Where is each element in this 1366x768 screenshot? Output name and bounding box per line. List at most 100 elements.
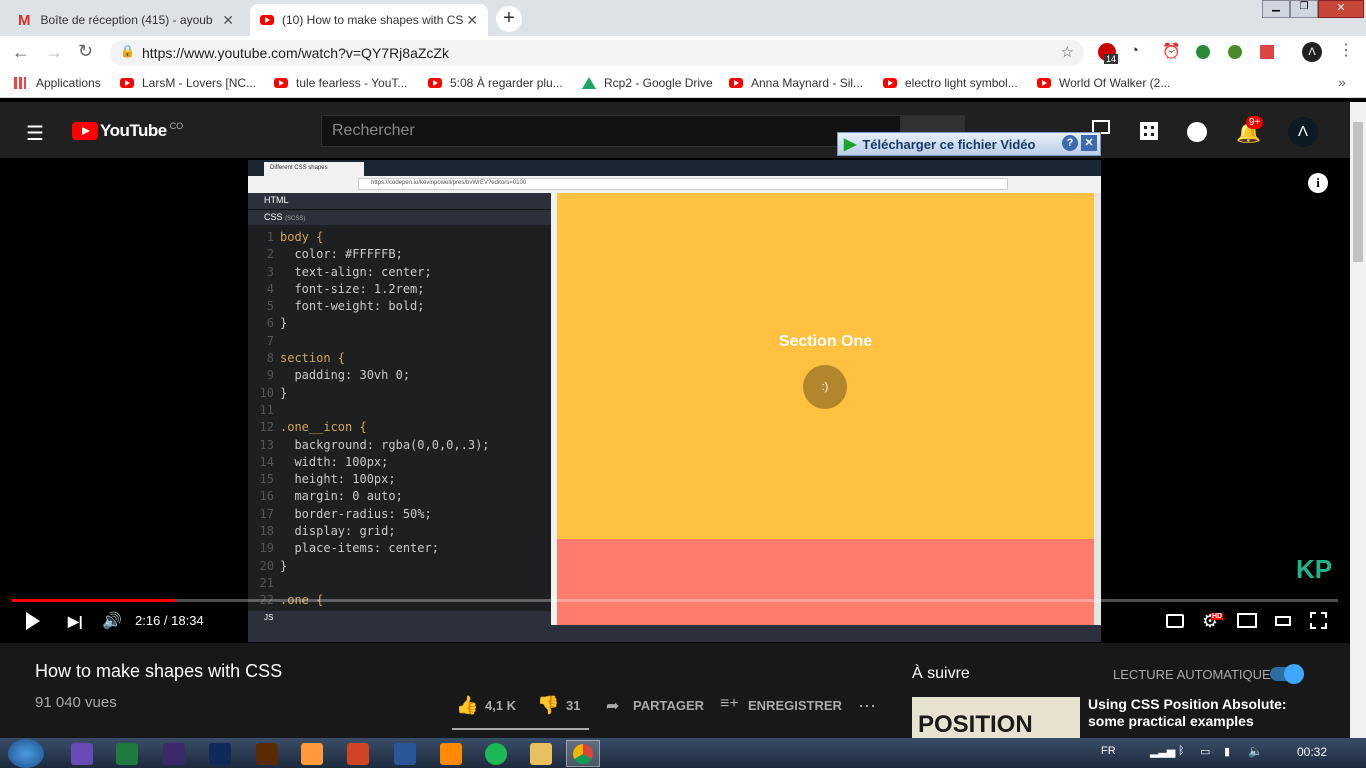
close-tab-icon[interactable]: ✕ bbox=[222, 12, 234, 29]
speed-icon[interactable]: ◔ bbox=[1130, 42, 1139, 59]
account-avatar[interactable]: Λ bbox=[1288, 117, 1318, 147]
close-banner-icon[interactable]: ✕ bbox=[1081, 135, 1097, 151]
subtitles-icon[interactable] bbox=[1166, 614, 1184, 628]
channel-watermark[interactable]: KP bbox=[1296, 554, 1332, 585]
next-video-thumbnail[interactable]: POSITION bbox=[912, 697, 1080, 738]
photoshop-icon[interactable] bbox=[209, 743, 231, 765]
url-input[interactable]: 🔒 https://www.youtube.com/watch?v=QY7Rj8… bbox=[110, 40, 1084, 66]
line-number: 8 bbox=[266, 351, 274, 366]
word-icon[interactable] bbox=[394, 743, 416, 765]
bookmark-item[interactable]: World Of Walker (2... bbox=[1037, 76, 1170, 90]
language-indicator[interactable]: FR bbox=[1101, 745, 1116, 757]
extension2-icon[interactable] bbox=[1260, 45, 1274, 59]
taskbar-app-icon[interactable] bbox=[71, 743, 93, 765]
save-playlist-icon[interactable]: ≡+ bbox=[720, 695, 739, 713]
bookmark-label: electro light symbol... bbox=[905, 76, 1018, 90]
google-drive-icon bbox=[582, 77, 596, 89]
globe2-icon[interactable] bbox=[1228, 45, 1242, 59]
share-icon[interactable]: ➦ bbox=[606, 696, 619, 716]
close-window-button[interactable]: ✕ bbox=[1318, 0, 1364, 18]
reload-icon[interactable]: ↻ bbox=[78, 41, 93, 62]
hamburger-menu-icon[interactable]: ☰ bbox=[26, 121, 44, 146]
forward-icon[interactable]: → bbox=[45, 42, 63, 63]
code-editor: HTML CSS (SCSS) 1 body {2 color: #FFFFFB;… bbox=[248, 193, 551, 625]
more-actions-icon[interactable]: ⋯ bbox=[858, 696, 876, 717]
bookmark-item[interactable]: Rcp2 - Google Drive bbox=[582, 76, 713, 90]
code-line: 4 font-size: 1.2rem; bbox=[252, 281, 551, 298]
line-number: 13 bbox=[259, 437, 274, 452]
code-line: 12 .one__icon { bbox=[252, 419, 551, 436]
clock[interactable]: 00:32 bbox=[1297, 745, 1327, 759]
bookmark-star-icon[interactable]: ☆ bbox=[1061, 43, 1074, 61]
download-video-banner[interactable]: ▶ Télécharger ce fichier Vidéo ? ✕ bbox=[837, 132, 1101, 156]
css-panel-header: CSS (SCSS) bbox=[248, 209, 551, 225]
scrollbar-thumb[interactable] bbox=[1353, 122, 1363, 262]
line-number: 20 bbox=[259, 558, 274, 573]
like-icon[interactable]: 👍 bbox=[456, 695, 478, 716]
chrome-taskbar-button[interactable] bbox=[566, 740, 600, 767]
code-text: .one__icon { bbox=[280, 420, 367, 435]
bookmark-item[interactable]: electro light symbol... bbox=[883, 76, 1018, 90]
line-number: 7 bbox=[266, 333, 274, 348]
after-effects-icon[interactable] bbox=[163, 743, 185, 765]
progress-bar[interactable] bbox=[12, 599, 1338, 602]
line-number: 14 bbox=[259, 454, 274, 469]
line-number: 17 bbox=[259, 506, 274, 521]
theater-mode-icon[interactable] bbox=[1275, 616, 1291, 626]
menu-dots-icon[interactable]: ⋮ bbox=[1338, 40, 1354, 60]
new-tab-button[interactable]: + bbox=[496, 6, 522, 32]
minimize-button[interactable]: ▁ bbox=[1262, 0, 1290, 18]
next-icon[interactable]: ▶| bbox=[68, 613, 83, 630]
speaker-icon[interactable]: 🔈 bbox=[1248, 744, 1263, 758]
bookmark-item[interactable]: LarsM - Lovers [NC... bbox=[120, 76, 256, 90]
close-tab-icon[interactable]: ✕ bbox=[466, 12, 478, 29]
bookmark-label: Rcp2 - Google Drive bbox=[604, 76, 713, 90]
apps-icon[interactable] bbox=[1140, 122, 1158, 140]
share-button[interactable]: PARTAGER bbox=[633, 698, 704, 713]
maximize-button[interactable]: ❐ bbox=[1290, 0, 1318, 18]
miniplayer-icon[interactable] bbox=[1237, 613, 1257, 628]
search-input[interactable]: Rechercher bbox=[321, 115, 901, 147]
profile-avatar[interactable]: Λ bbox=[1302, 42, 1322, 62]
file-explorer-icon[interactable] bbox=[530, 743, 552, 765]
code-line: 1 body { bbox=[252, 229, 551, 246]
excel-icon[interactable] bbox=[116, 743, 138, 765]
sublime-icon[interactable] bbox=[440, 743, 462, 765]
bookmark-apps[interactable]: Applications bbox=[14, 76, 101, 90]
tab-gmail[interactable]: M Boîte de réception (415) - ayoub ✕ bbox=[8, 4, 244, 36]
bookmark-item[interactable]: 5:08 À regarder plu... bbox=[428, 76, 563, 90]
progress-played bbox=[12, 599, 176, 602]
autoplay-toggle-knob[interactable] bbox=[1284, 664, 1304, 684]
bookmark-item[interactable]: Anna Maynard - Sil... bbox=[729, 76, 863, 90]
extension-badge: 14 bbox=[1104, 54, 1119, 64]
start-button[interactable] bbox=[8, 739, 44, 768]
network-icon[interactable]: ▭ bbox=[1200, 745, 1210, 758]
alarm-icon[interactable]: ⏰ bbox=[1162, 42, 1181, 60]
page-scrollbar[interactable] bbox=[1350, 102, 1366, 738]
fullscreen-icon[interactable] bbox=[1310, 612, 1327, 629]
taskbar-app-icon[interactable] bbox=[301, 743, 323, 765]
back-icon[interactable]: ← bbox=[12, 42, 30, 63]
play-icon[interactable] bbox=[26, 612, 40, 630]
youtube-logo[interactable]: YouTube CO bbox=[72, 121, 183, 141]
bluetooth-icon[interactable]: ᛒ bbox=[1178, 745, 1185, 757]
up-next-heading: À suivre bbox=[912, 665, 970, 682]
signal-icon[interactable]: ▂▃▅ bbox=[1150, 745, 1175, 758]
powerpoint-icon[interactable] bbox=[347, 743, 369, 765]
code-line: 14 width: 100px; bbox=[252, 454, 551, 471]
bookmark-item[interactable]: tule fearless - YouT... bbox=[274, 76, 407, 90]
more-bookmarks-icon[interactable]: » bbox=[1338, 74, 1346, 90]
battery-icon[interactable]: ▮ bbox=[1224, 745, 1230, 758]
dislike-icon[interactable]: 👎 bbox=[537, 695, 559, 716]
spotify-icon[interactable] bbox=[485, 743, 507, 765]
line-number: 18 bbox=[259, 524, 274, 539]
messages-icon[interactable] bbox=[1187, 122, 1207, 142]
globe-icon[interactable] bbox=[1196, 45, 1210, 59]
volume-icon[interactable]: 🔊 bbox=[102, 611, 122, 631]
save-button[interactable]: ENREGISTRER bbox=[748, 698, 842, 713]
tab-youtube[interactable]: (10) How to make shapes with CS ✕ bbox=[250, 4, 488, 36]
help-icon[interactable]: ? bbox=[1062, 135, 1078, 151]
info-icon[interactable]: i bbox=[1308, 173, 1328, 193]
illustrator-icon[interactable] bbox=[256, 743, 278, 765]
next-video-title[interactable]: Using CSS Position Absolute: some practi… bbox=[1088, 696, 1288, 730]
